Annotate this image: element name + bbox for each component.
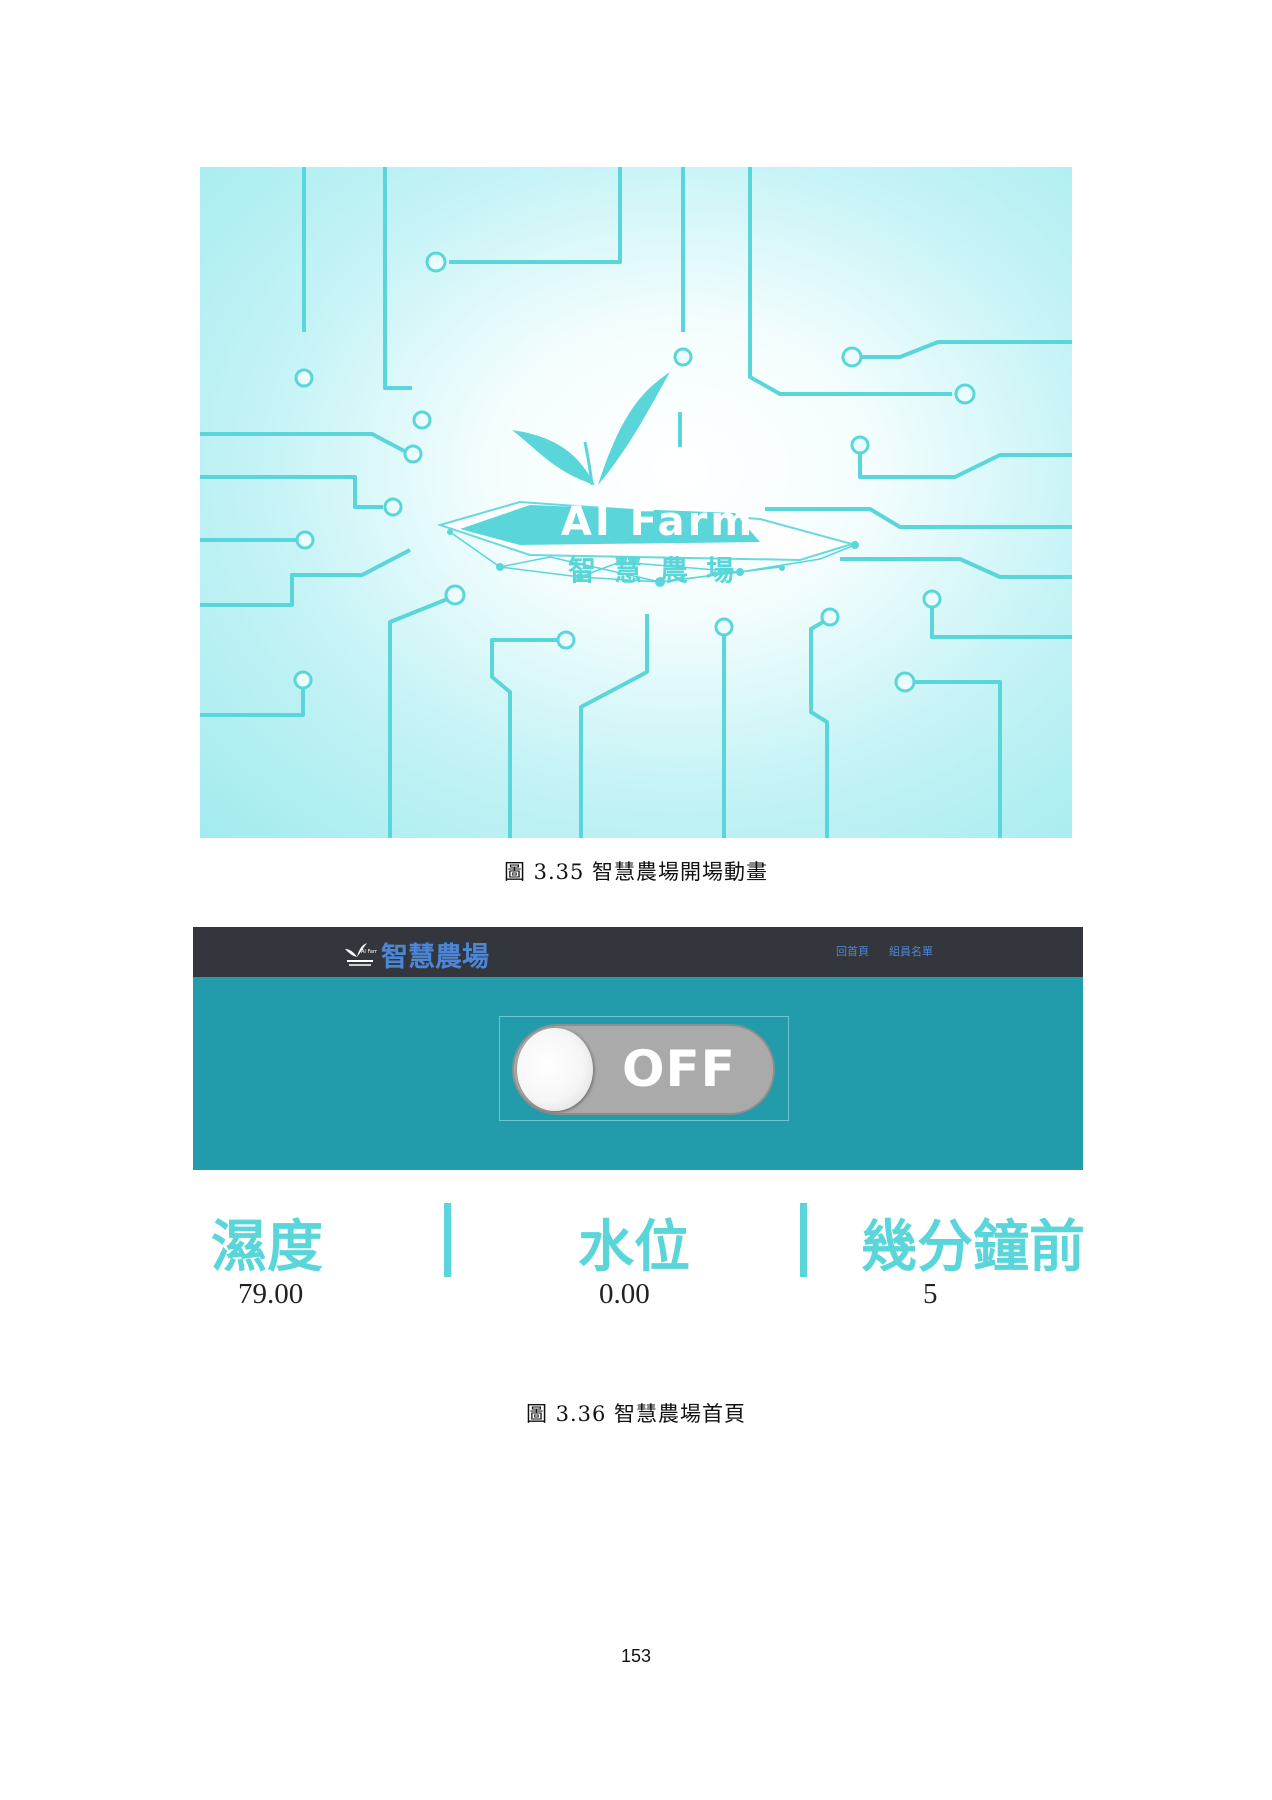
humidity-label: 濕度 <box>211 1215 323 1280</box>
ai-farm-logo: AI Farm 智慧農場 <box>450 497 850 607</box>
splash-image: AI Farm 智慧農場 <box>200 167 1072 838</box>
toggle-frame: OFF <box>499 1016 789 1121</box>
nav-home-link[interactable]: 回首頁 <box>836 943 869 959</box>
water-level-value: 0.00 <box>599 1278 650 1310</box>
logo-ai-farm-text: AI Farm <box>560 499 756 545</box>
minutes-ago-label: 幾分鐘前 <box>861 1215 1085 1280</box>
humidity-value: 79.00 <box>238 1278 304 1310</box>
svg-text:AI Farm: AI Farm <box>361 949 377 955</box>
navbar: AI Farm 智慧農場 回首頁 組員名單 <box>193 927 1083 977</box>
control-panel: OFF <box>193 977 1083 1170</box>
water-level-label: 水位 <box>578 1215 690 1280</box>
power-toggle[interactable]: OFF <box>512 1024 775 1115</box>
figure-caption-3-36: 圖 3.36 智慧農場首頁 <box>525 1402 747 1426</box>
sprout-logo-icon: AI Farm <box>345 943 377 966</box>
toggle-state-label: OFF <box>622 1040 736 1098</box>
nav-members-link[interactable]: 組員名單 <box>889 943 933 959</box>
stat-divider <box>444 1203 451 1277</box>
toggle-knob[interactable] <box>517 1028 593 1111</box>
figure-caption-3-35: 圖 3.35 智慧農場開場動畫 <box>503 860 769 884</box>
logo-chinese-text: 智慧農場 <box>567 554 752 587</box>
home-page-screenshot: AI Farm 智慧農場 回首頁 組員名單 OFF 濕度 水位 幾分鐘前 79.… <box>193 927 1085 1312</box>
minutes-ago-value: 5 <box>923 1278 938 1310</box>
stat-divider <box>800 1203 807 1277</box>
page-number: 153 <box>620 1646 652 1666</box>
brand-name: 智慧農場 <box>381 942 489 973</box>
